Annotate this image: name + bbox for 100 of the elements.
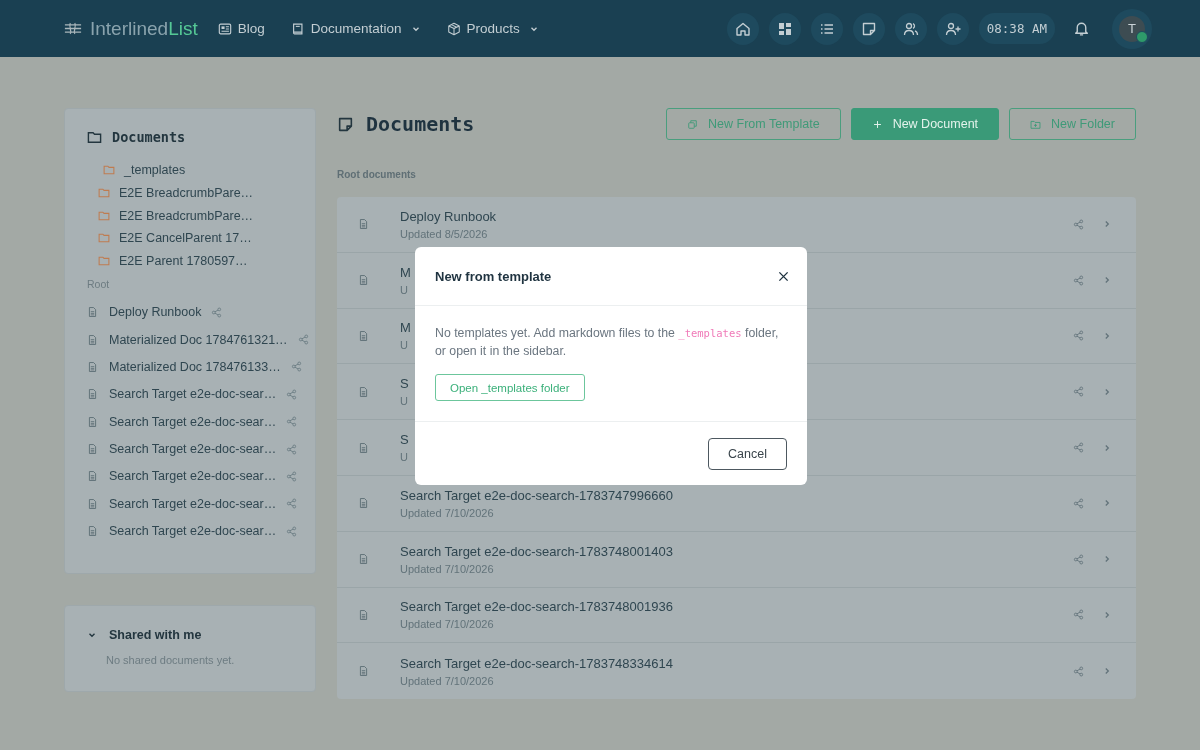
folder-item[interactable]: E2E CancelParent 17… (98, 227, 293, 250)
share-icon[interactable] (1073, 553, 1084, 565)
bell-icon[interactable] (1073, 20, 1090, 37)
document-icon (87, 470, 98, 483)
header-icon-button[interactable] (768, 12, 801, 45)
share-icon[interactable] (1073, 665, 1084, 677)
nav-link[interactable]: Documentation (290, 21, 421, 36)
dialog-title: New from template (435, 268, 552, 284)
header-icon-button[interactable] (894, 12, 927, 45)
document-title[interactable]: Search Target e2e-doc-search-1783748001936 (400, 599, 673, 615)
page-title: Documents (366, 112, 475, 136)
document-link[interactable]: Search Target e2e-doc-sear… (109, 524, 277, 539)
folder-icon (98, 209, 110, 222)
header-icon-button[interactable] (852, 12, 885, 45)
document-title[interactable]: Deploy Runbook (400, 208, 497, 224)
document-link[interactable]: Search Target e2e-doc-sear… (109, 469, 277, 484)
document-link[interactable]: Materialized Doc 178476133… (109, 359, 281, 374)
updated-date: U (400, 339, 408, 352)
share-icon[interactable] (286, 498, 298, 510)
document-link[interactable]: Search Target e2e-doc-sear… (109, 414, 277, 429)
folder-item[interactable]: E2E BreadcrumbPare… (98, 181, 293, 205)
document-icon (358, 665, 369, 678)
share-icon[interactable] (286, 416, 298, 428)
share-icon[interactable] (286, 470, 298, 482)
share-icon[interactable] (1073, 609, 1084, 621)
newspaper-icon (217, 21, 232, 36)
header-icon-button[interactable] (726, 12, 759, 45)
logo-text[interactable]: InterlinedList (90, 17, 198, 40)
share-icon[interactable] (286, 525, 298, 537)
document-icon (358, 385, 369, 398)
document-icon (358, 330, 369, 342)
document-icon (87, 333, 98, 346)
share-icon[interactable] (290, 361, 302, 373)
folder-icon (98, 255, 110, 268)
panel-title: Shared with me (109, 628, 202, 642)
folder-icon (98, 232, 110, 245)
header-icon-button[interactable] (810, 12, 843, 45)
nav-link[interactable]: Blog (217, 21, 265, 36)
logo-icon (64, 21, 82, 36)
box-icon (446, 21, 461, 36)
document-icon (358, 218, 369, 231)
open-folder-button[interactable]: Open _templates folder (435, 374, 585, 401)
document-icon (358, 441, 369, 454)
section-label: Root (87, 278, 111, 291)
document-icon (87, 415, 98, 428)
document-link[interactable]: Search Target e2e-doc-sear… (109, 387, 277, 402)
close-icon[interactable] (778, 270, 789, 282)
document-title[interactable]: Search Target e2e-doc-search-1783748334614 (400, 655, 673, 671)
note-icon (860, 20, 877, 37)
document-title[interactable]: Search Target e2e-doc-search-1783748001403 (400, 543, 673, 559)
document-title[interactable]: S (400, 432, 409, 448)
plus-icon (871, 118, 883, 130)
action-button[interactable]: New Document (850, 108, 1000, 140)
document-icon (87, 525, 98, 538)
folder-plus-icon (1030, 118, 1042, 130)
share-icon[interactable] (211, 306, 223, 318)
share-icon[interactable] (1073, 386, 1084, 398)
share-icon[interactable] (1073, 274, 1084, 286)
document-icon (87, 443, 98, 456)
header-icon-button[interactable] (936, 12, 969, 45)
folder-item[interactable]: E2E BreadcrumbPare… (98, 204, 293, 228)
document-link[interactable]: Deploy Runbook (109, 305, 202, 320)
share-icon[interactable] (286, 443, 298, 455)
book-icon (290, 21, 305, 36)
document-icon (358, 497, 369, 510)
document-icon (87, 497, 98, 510)
share-icon[interactable] (1073, 218, 1084, 230)
share-icon[interactable] (297, 334, 309, 345)
folder-icon (98, 187, 110, 200)
updated-date: Updated 7/10/2026 (400, 674, 494, 687)
document-title[interactable]: M (400, 264, 411, 280)
document-title[interactable]: Search Target e2e-doc-search-1783747996660 (400, 487, 673, 503)
folder-item[interactable]: E2E Parent 1780597… (98, 249, 293, 273)
updated-date: Updated 7/10/2026 (400, 562, 494, 575)
nav-link[interactable]: Products (446, 21, 539, 36)
cancel-button[interactable]: Cancel (708, 437, 787, 470)
updated-date: Updated 7/10/2026 (400, 618, 494, 631)
document-title[interactable]: S (400, 376, 409, 392)
note-icon (337, 115, 354, 133)
sidebar-title: Documents (112, 129, 186, 145)
folder-item[interactable]: _templates (98, 159, 293, 182)
document-icon (87, 306, 98, 319)
clock: 08:38 AM (978, 13, 1055, 44)
share-icon[interactable] (1073, 330, 1084, 342)
share-icon[interactable] (1073, 442, 1084, 454)
document-link[interactable]: Search Target e2e-doc-sear… (109, 496, 277, 511)
share-icon[interactable] (1073, 497, 1084, 509)
document-link[interactable]: Search Target e2e-doc-sear… (109, 442, 277, 457)
document-icon (358, 274, 369, 287)
document-icon (87, 360, 98, 373)
document-link[interactable]: Materialized Doc 1784761321… (109, 332, 288, 347)
add-user-icon (944, 20, 961, 37)
avatar[interactable]: T (1119, 15, 1145, 42)
share-icon[interactable] (286, 388, 298, 400)
dashboard-icon (776, 20, 793, 37)
users-icon (902, 20, 919, 37)
updated-date: U (400, 451, 408, 464)
document-title[interactable]: M (400, 320, 411, 336)
updated-date: U (400, 283, 408, 296)
copy-icon (687, 118, 698, 130)
